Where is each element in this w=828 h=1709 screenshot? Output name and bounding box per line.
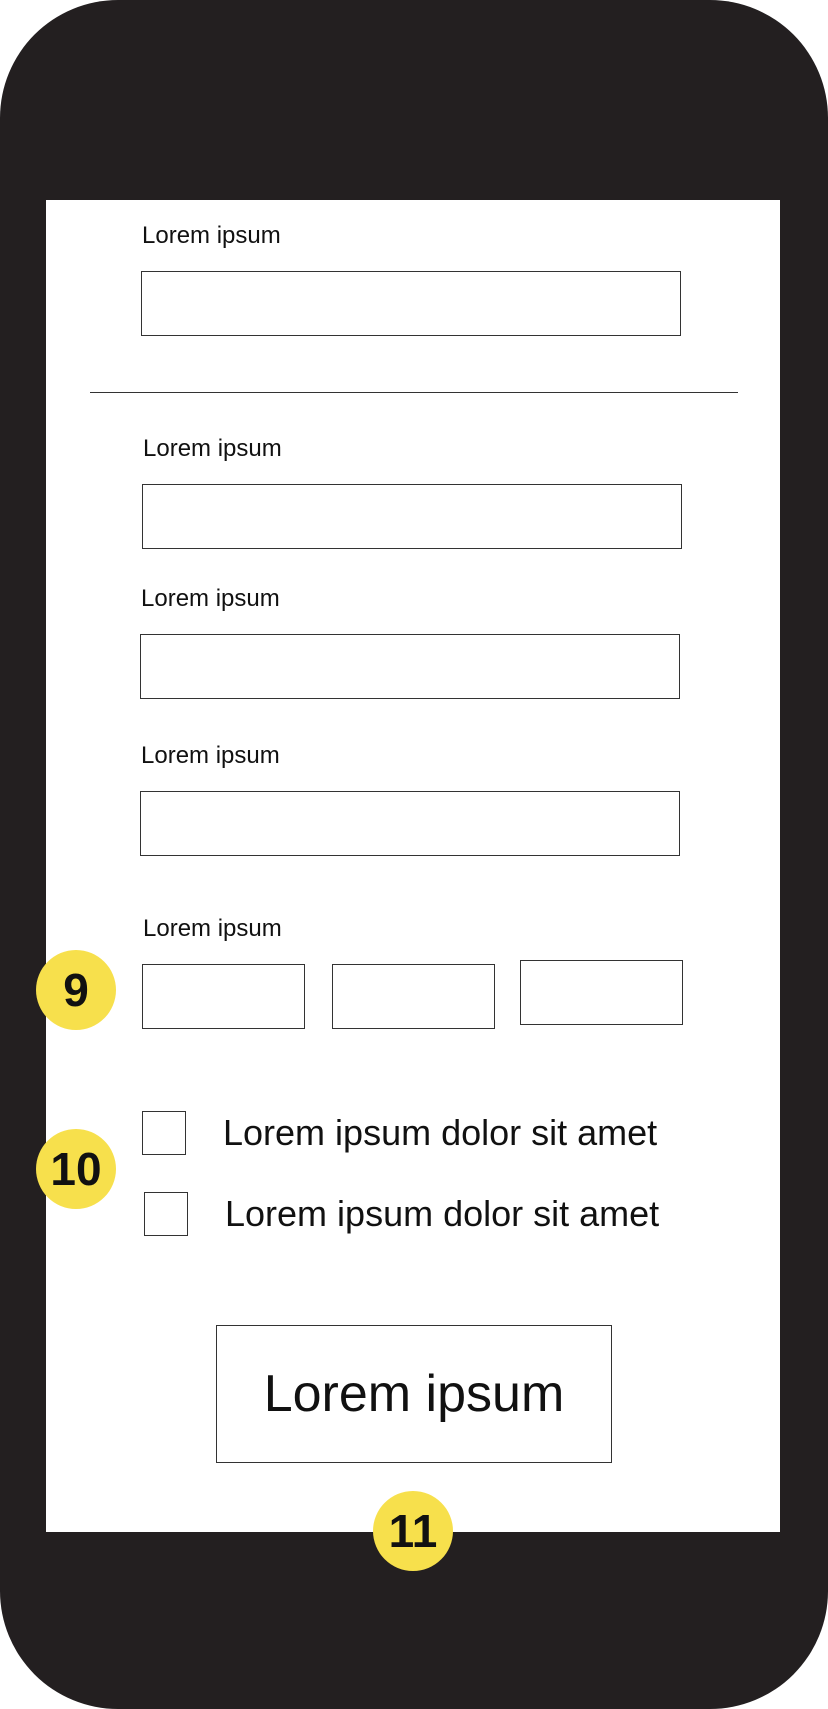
field-5-input-part-1[interactable] [142,964,305,1029]
checkbox-2[interactable] [144,1192,188,1236]
field-1-label: Lorem ipsum [142,222,281,249]
checkbox-1-label: Lorem ipsum dolor sit amet [223,1112,658,1153]
field-5-input-part-3[interactable] [520,960,683,1025]
screen: Lorem ipsum Lorem ipsum Lorem ipsum Lore… [46,200,780,1532]
field-2-input[interactable] [142,484,682,549]
phone-frame: Lorem ipsum Lorem ipsum Lorem ipsum Lore… [0,0,828,1709]
field-5-input-part-2[interactable] [332,964,495,1029]
annotation-marker-9: 9 [36,950,116,1030]
annotation-marker-10: 10 [36,1129,116,1209]
field-2-label: Lorem ipsum [143,435,282,462]
annotation-number-10: 10 [50,1143,102,1195]
checkbox-2-label: Lorem ipsum dolor sit amet [225,1193,660,1234]
field-5-label: Lorem ipsum [143,915,282,942]
annotation-number-9: 9 [63,964,89,1016]
field-1-input[interactable] [141,271,681,336]
field-4-label: Lorem ipsum [141,742,280,769]
field-3-input[interactable] [140,634,680,699]
field-3-label: Lorem ipsum [141,585,280,612]
submit-button[interactable]: Lorem ipsum [216,1325,612,1463]
annotation-marker-11: 11 [373,1491,453,1571]
field-4-input[interactable] [140,791,680,856]
checkbox-1[interactable] [142,1111,186,1155]
annotation-number-11: 11 [388,1505,438,1557]
section-divider [90,392,738,393]
